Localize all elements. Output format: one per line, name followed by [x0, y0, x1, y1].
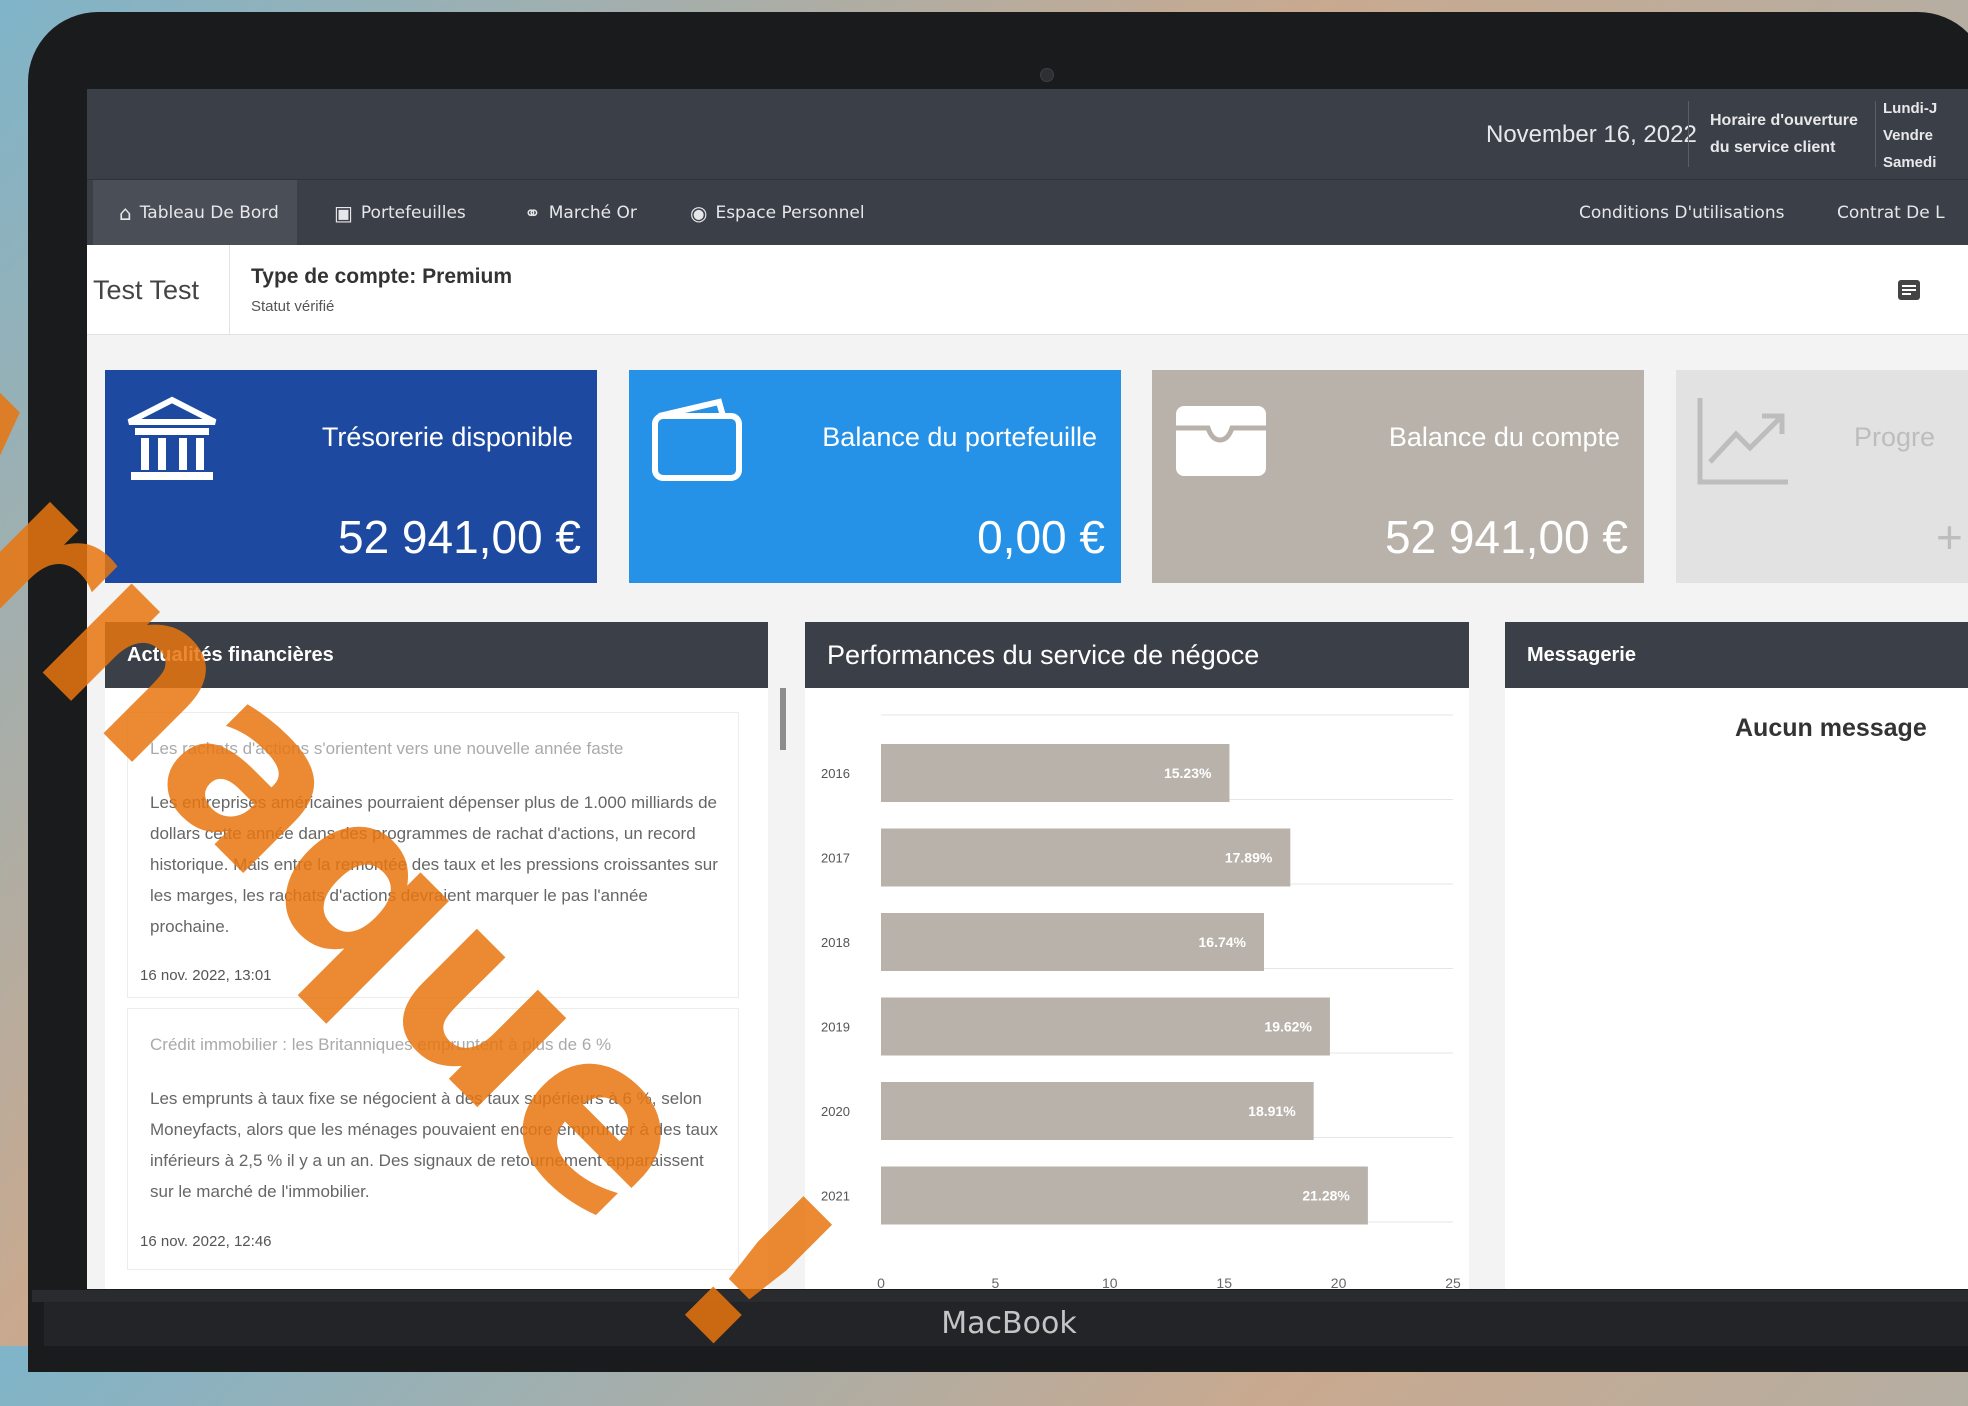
wallet-icon [652, 398, 742, 481]
chart-panel: Performances du service de négoce 15.23%… [805, 622, 1469, 1289]
card-holder-icon [1176, 406, 1266, 476]
news-date: 16 nov. 2022, 13:01 [140, 967, 272, 984]
chart-data-label: 16.74% [1199, 934, 1247, 950]
opening-hours-days: Lundi-J Vendre Samedi [1883, 95, 1937, 176]
chart-category-label: 2017 [821, 851, 850, 866]
nav-conditions[interactable]: Conditions D'utilisations [1579, 180, 1784, 246]
nav-espace-personnel[interactable]: ◉ Espace Personnel [690, 180, 865, 246]
chart-category-label: 2016 [821, 766, 850, 781]
card-amount: 52 941,00 € [1384, 511, 1628, 563]
chart-bar [881, 1166, 1368, 1225]
hours-day: Lundi-J [1883, 100, 1938, 117]
opening-hours-label: Horaire d'ouverture du service client [1710, 112, 1858, 156]
account-bar: Test Test Type de compte: Premium Statut… [87, 245, 1968, 335]
chart-x-tick: 10 [1102, 1275, 1118, 1289]
wallet-icon: ▣ [334, 201, 353, 225]
account-type: Type de compte: Premium [251, 265, 513, 288]
device-label: MacBook [941, 1306, 1077, 1341]
card-title: Balance du compte [1388, 422, 1620, 452]
nav-label: Conditions D'utilisations [1579, 203, 1785, 223]
news-date: 16 nov. 2022, 12:46 [140, 1233, 272, 1250]
chart-category-label: 2019 [821, 1020, 850, 1035]
nav-portefeuilles[interactable]: ▣ Portefeuilles [334, 180, 466, 246]
hours-day: Vendre [1883, 127, 1934, 144]
chart-panel-title: Performances du service de négoce [805, 622, 1469, 688]
chart-category-label: 2018 [821, 935, 850, 950]
screen: November 16, 2022 Horaire d'ouverture du… [87, 89, 1968, 1289]
chart-data-label: 19.62% [1264, 1019, 1312, 1035]
account-name: Test Test [93, 275, 200, 305]
header-date: November 16, 2022 [1486, 121, 1697, 148]
card-title: Balance du portefeuille [822, 422, 1097, 452]
card-amount: 0,00 € [977, 511, 1105, 563]
card-progression[interactable]: Progre + [1676, 370, 1968, 583]
hours-day: Samedi [1883, 154, 1937, 171]
nav-label: Marché Or [548, 203, 637, 223]
nav-tableau-de-bord[interactable]: ⌂ Tableau De Bord [93, 180, 297, 246]
nav-label: Tableau De Bord [139, 203, 279, 223]
messages-panel: Messagerie Aucun message [1505, 622, 1968, 1289]
card-amount: 52 941,00 € [337, 511, 581, 563]
chart-x-tick: 15 [1216, 1275, 1232, 1289]
user-circle-icon: ◉ [690, 201, 708, 225]
nav-label: Espace Personnel [715, 203, 865, 223]
nav-label: Portefeuilles [360, 203, 466, 223]
card-balance-portefeuille[interactable]: Balance du portefeuille 0,00 € [629, 370, 1121, 583]
card-amount: + [1936, 511, 1963, 563]
header-divider [1688, 101, 1689, 167]
news-scrollbar[interactable] [780, 688, 786, 750]
empty-messages-text: Aucun message [1735, 714, 1927, 742]
chart-data-label: 15.23% [1164, 765, 1212, 781]
chart-x-tick: 0 [877, 1275, 885, 1289]
chart-bar [881, 997, 1330, 1056]
chart-data-label: 17.89% [1225, 850, 1273, 866]
header-divider [1875, 101, 1876, 167]
chart-x-tick: 5 [992, 1275, 1000, 1289]
card-balance-compte[interactable]: Balance du compte 52 941,00 € [1152, 370, 1644, 583]
account-status: Statut vérifié [251, 298, 335, 315]
nav-contrat[interactable]: Contrat De L [1837, 180, 1945, 246]
trend-up-icon [1697, 398, 1788, 485]
chart-category-label: 2020 [821, 1104, 850, 1119]
screen-bottom-edge [32, 1290, 1968, 1302]
card-title: Progre [1854, 422, 1936, 452]
chart-data-label: 21.28% [1302, 1188, 1350, 1204]
main-nav: ⌂ Tableau De Bord ▣ Portefeuilles ⚭ Marc… [87, 179, 1968, 246]
chart-x-tick: 20 [1331, 1275, 1347, 1289]
document-icon[interactable] [1897, 279, 1921, 301]
laptop-chin: MacBook [44, 1302, 1968, 1346]
gold-icon: ⚭ [524, 201, 541, 225]
nav-label: Contrat De L [1837, 203, 1945, 223]
camera-dot [1040, 68, 1054, 82]
messages-panel-title: Messagerie [1505, 622, 1968, 688]
account-divider [229, 245, 230, 334]
nav-marche-or[interactable]: ⚭ Marché Or [524, 180, 637, 246]
card-title: Trésorerie disponible [321, 422, 573, 452]
top-header: November 16, 2022 Horaire d'ouverture du… [87, 89, 1968, 179]
performance-chart: 15.23% 2016 17.89% 2017 16.74% 2018 19.62% 2019… [821, 714, 1461, 1289]
home-icon: ⌂ [119, 201, 132, 225]
chart-x-tick: 25 [1445, 1275, 1461, 1289]
chart-data-label: 18.91% [1248, 1103, 1296, 1119]
